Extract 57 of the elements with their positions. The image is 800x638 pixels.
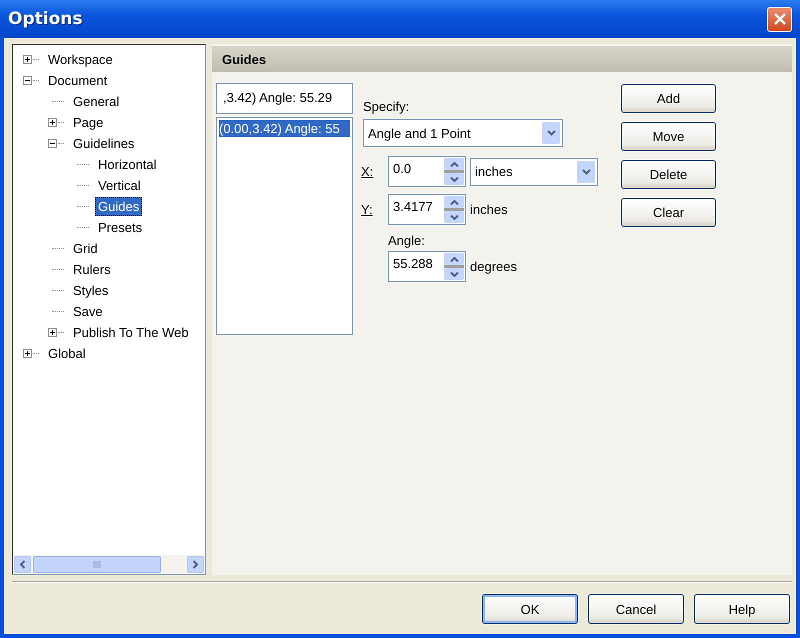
tree-item[interactable]: Presets [95, 218, 146, 237]
window-title: Options [8, 9, 82, 29]
dialog-button[interactable]: Help [694, 594, 790, 624]
expand-icon[interactable] [23, 349, 32, 358]
panel-title: Guides [212, 46, 792, 72]
field-label: X: [361, 164, 374, 179]
expand-icon[interactable] [48, 328, 57, 337]
tree-item[interactable]: Workspace [45, 50, 116, 69]
tree-item[interactable]: Global [45, 344, 89, 363]
chevron-right-icon [192, 560, 199, 569]
spin-up-button[interactable] [444, 158, 464, 170]
tree-item[interactable]: Styles [70, 281, 112, 300]
field-label: Specify: [363, 99, 410, 114]
field-label: Angle: [388, 233, 426, 248]
scroll-thumb[interactable] [33, 556, 161, 573]
chevron-left-icon [19, 560, 26, 569]
tree-item[interactable]: Vertical [95, 176, 144, 195]
number-field[interactable]: 0.0 [388, 156, 466, 187]
tree-item[interactable]: Document [45, 71, 110, 90]
close-button[interactable] [767, 6, 792, 32]
action-button[interactable]: Add [621, 84, 716, 113]
tree-item[interactable]: Page [70, 113, 106, 132]
tree-item[interactable]: Save [70, 302, 106, 321]
field-label: Y: [361, 202, 374, 217]
collapse-icon[interactable] [48, 139, 57, 148]
tree-item[interactable]: Guides [95, 197, 142, 216]
scroll-left-button[interactable] [14, 556, 31, 573]
spin-up-button[interactable] [444, 196, 464, 208]
dialog-button[interactable]: Cancel [588, 594, 684, 624]
dropdown[interactable]: Angle and 1 Point [363, 119, 563, 147]
expand-icon[interactable] [23, 55, 32, 64]
dropdown[interactable]: inches [470, 158, 598, 186]
tree-item[interactable]: Publish To The Web [70, 323, 192, 342]
guide-entry-field[interactable]: ,3.42) Angle: 55.29 [216, 83, 353, 114]
list-item[interactable]: (0.00,3.42) Angle: 55 [219, 120, 350, 137]
spin-up-button[interactable] [444, 253, 464, 265]
tree-item[interactable]: Guidelines [70, 134, 138, 153]
grip-icon [92, 561, 102, 568]
close-icon [774, 13, 786, 25]
spin-down-button[interactable] [444, 211, 464, 223]
unit-label: degrees [470, 259, 517, 274]
number-field[interactable]: 3.4177 [388, 194, 466, 225]
tree-item[interactable]: Grid [70, 239, 101, 258]
collapse-icon[interactable] [23, 76, 32, 85]
spin-down-button[interactable] [444, 268, 464, 280]
number-field[interactable]: 55.288 [388, 251, 466, 282]
tree-item[interactable]: Horizontal [95, 155, 160, 174]
spin-down-button[interactable] [444, 173, 464, 185]
tree-item[interactable]: Rulers [70, 260, 114, 279]
tree-item[interactable]: General [70, 92, 122, 111]
dialog-button[interactable]: OK [482, 594, 578, 624]
unit-label: inches [470, 202, 508, 217]
scroll-right-button[interactable] [187, 556, 204, 573]
action-button[interactable]: Delete [621, 160, 716, 189]
action-button[interactable]: Clear [621, 198, 716, 227]
action-button[interactable]: Move [621, 122, 716, 151]
expand-icon[interactable] [48, 118, 57, 127]
